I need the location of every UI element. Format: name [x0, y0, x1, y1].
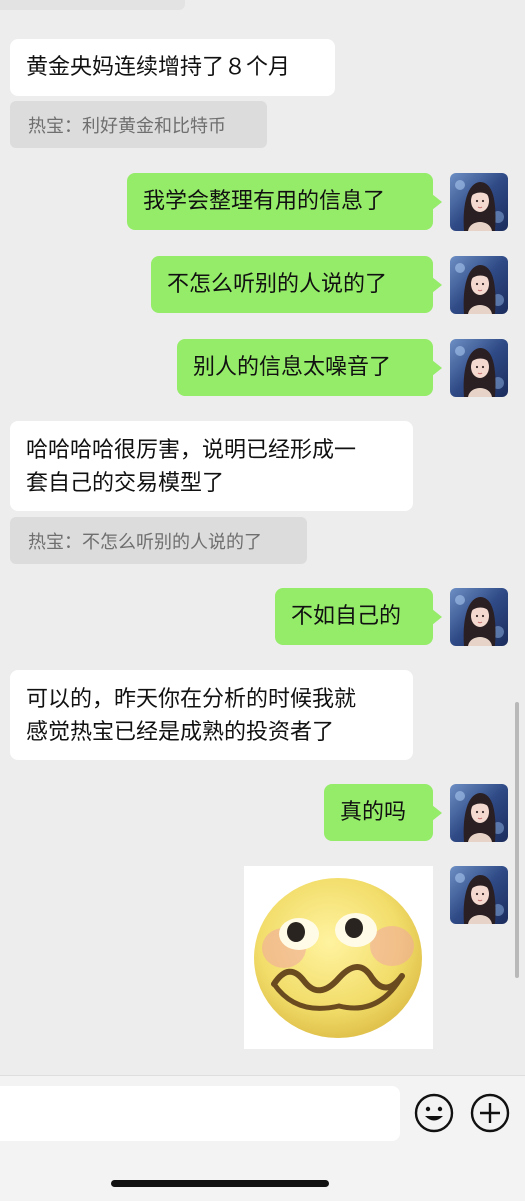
- message-bubble-received[interactable]: 黄金央妈连续增持了８个月: [10, 39, 335, 96]
- user-avatar[interactable]: [450, 866, 508, 924]
- message-text: 我学会整理有用的信息了: [143, 189, 386, 214]
- message-text: 黄金央妈连续增持了８个月: [26, 55, 291, 80]
- user-avatar[interactable]: [450, 256, 508, 314]
- quote-text: 热宝：不怎么听别的人说的了: [28, 531, 262, 553]
- message-text: 别人的信息太噪音了: [193, 355, 392, 380]
- home-indicator[interactable]: [111, 1180, 329, 1187]
- chat-history[interactable]: 黄金央妈连续增持了８个月 热宝：利好黄金和比特币 我学会整理有用的信息了 不怎么…: [0, 0, 525, 1075]
- message-text: 不怎么听别的人说的了: [167, 272, 388, 297]
- user-avatar[interactable]: [450, 784, 508, 842]
- message-bubble-received[interactable]: 可以的，昨天你在分析的时候我就 感觉热宝已经是成熟的投资者了: [10, 670, 413, 760]
- blushing-emoji-sticker[interactable]: [244, 866, 433, 1049]
- quoted-reply[interactable]: 热宝：不怎么听别的人说的了: [10, 517, 307, 564]
- message-bubble-sent[interactable]: 不如自己的: [275, 588, 442, 645]
- message-text-line: 套自己的交易模型了: [26, 471, 225, 496]
- message-input[interactable]: [0, 1086, 400, 1141]
- quote-text: 热宝：利好黄金和比特币: [28, 115, 226, 137]
- message-text: 不如自己的: [291, 604, 402, 629]
- scrollbar[interactable]: [515, 702, 519, 978]
- message-bubble-sent[interactable]: 我学会整理有用的信息了: [127, 173, 442, 230]
- previous-message-edge: [0, 0, 185, 10]
- user-avatar[interactable]: [450, 173, 508, 231]
- message-bubble-sent[interactable]: 别人的信息太噪音了: [177, 339, 442, 396]
- quoted-reply[interactable]: 热宝：利好黄金和比特币: [10, 101, 267, 148]
- message-text: 真的吗: [340, 800, 407, 825]
- smiley-icon[interactable]: [413, 1092, 455, 1134]
- message-text-line: 可以的，昨天你在分析的时候我就: [26, 687, 357, 712]
- user-avatar[interactable]: [450, 339, 508, 397]
- user-avatar[interactable]: [450, 588, 508, 646]
- message-bubble-received[interactable]: 哈哈哈哈很厉害，说明已经形成一 套自己的交易模型了: [10, 421, 413, 511]
- message-text-line: 哈哈哈哈很厉害，说明已经形成一: [26, 438, 357, 463]
- message-text-line: 感觉热宝已经是成熟的投资者了: [26, 720, 335, 745]
- message-bubble-sent[interactable]: 不怎么听别的人说的了: [151, 256, 442, 313]
- plus-icon[interactable]: [469, 1092, 511, 1134]
- message-bubble-sent[interactable]: 真的吗: [324, 784, 442, 841]
